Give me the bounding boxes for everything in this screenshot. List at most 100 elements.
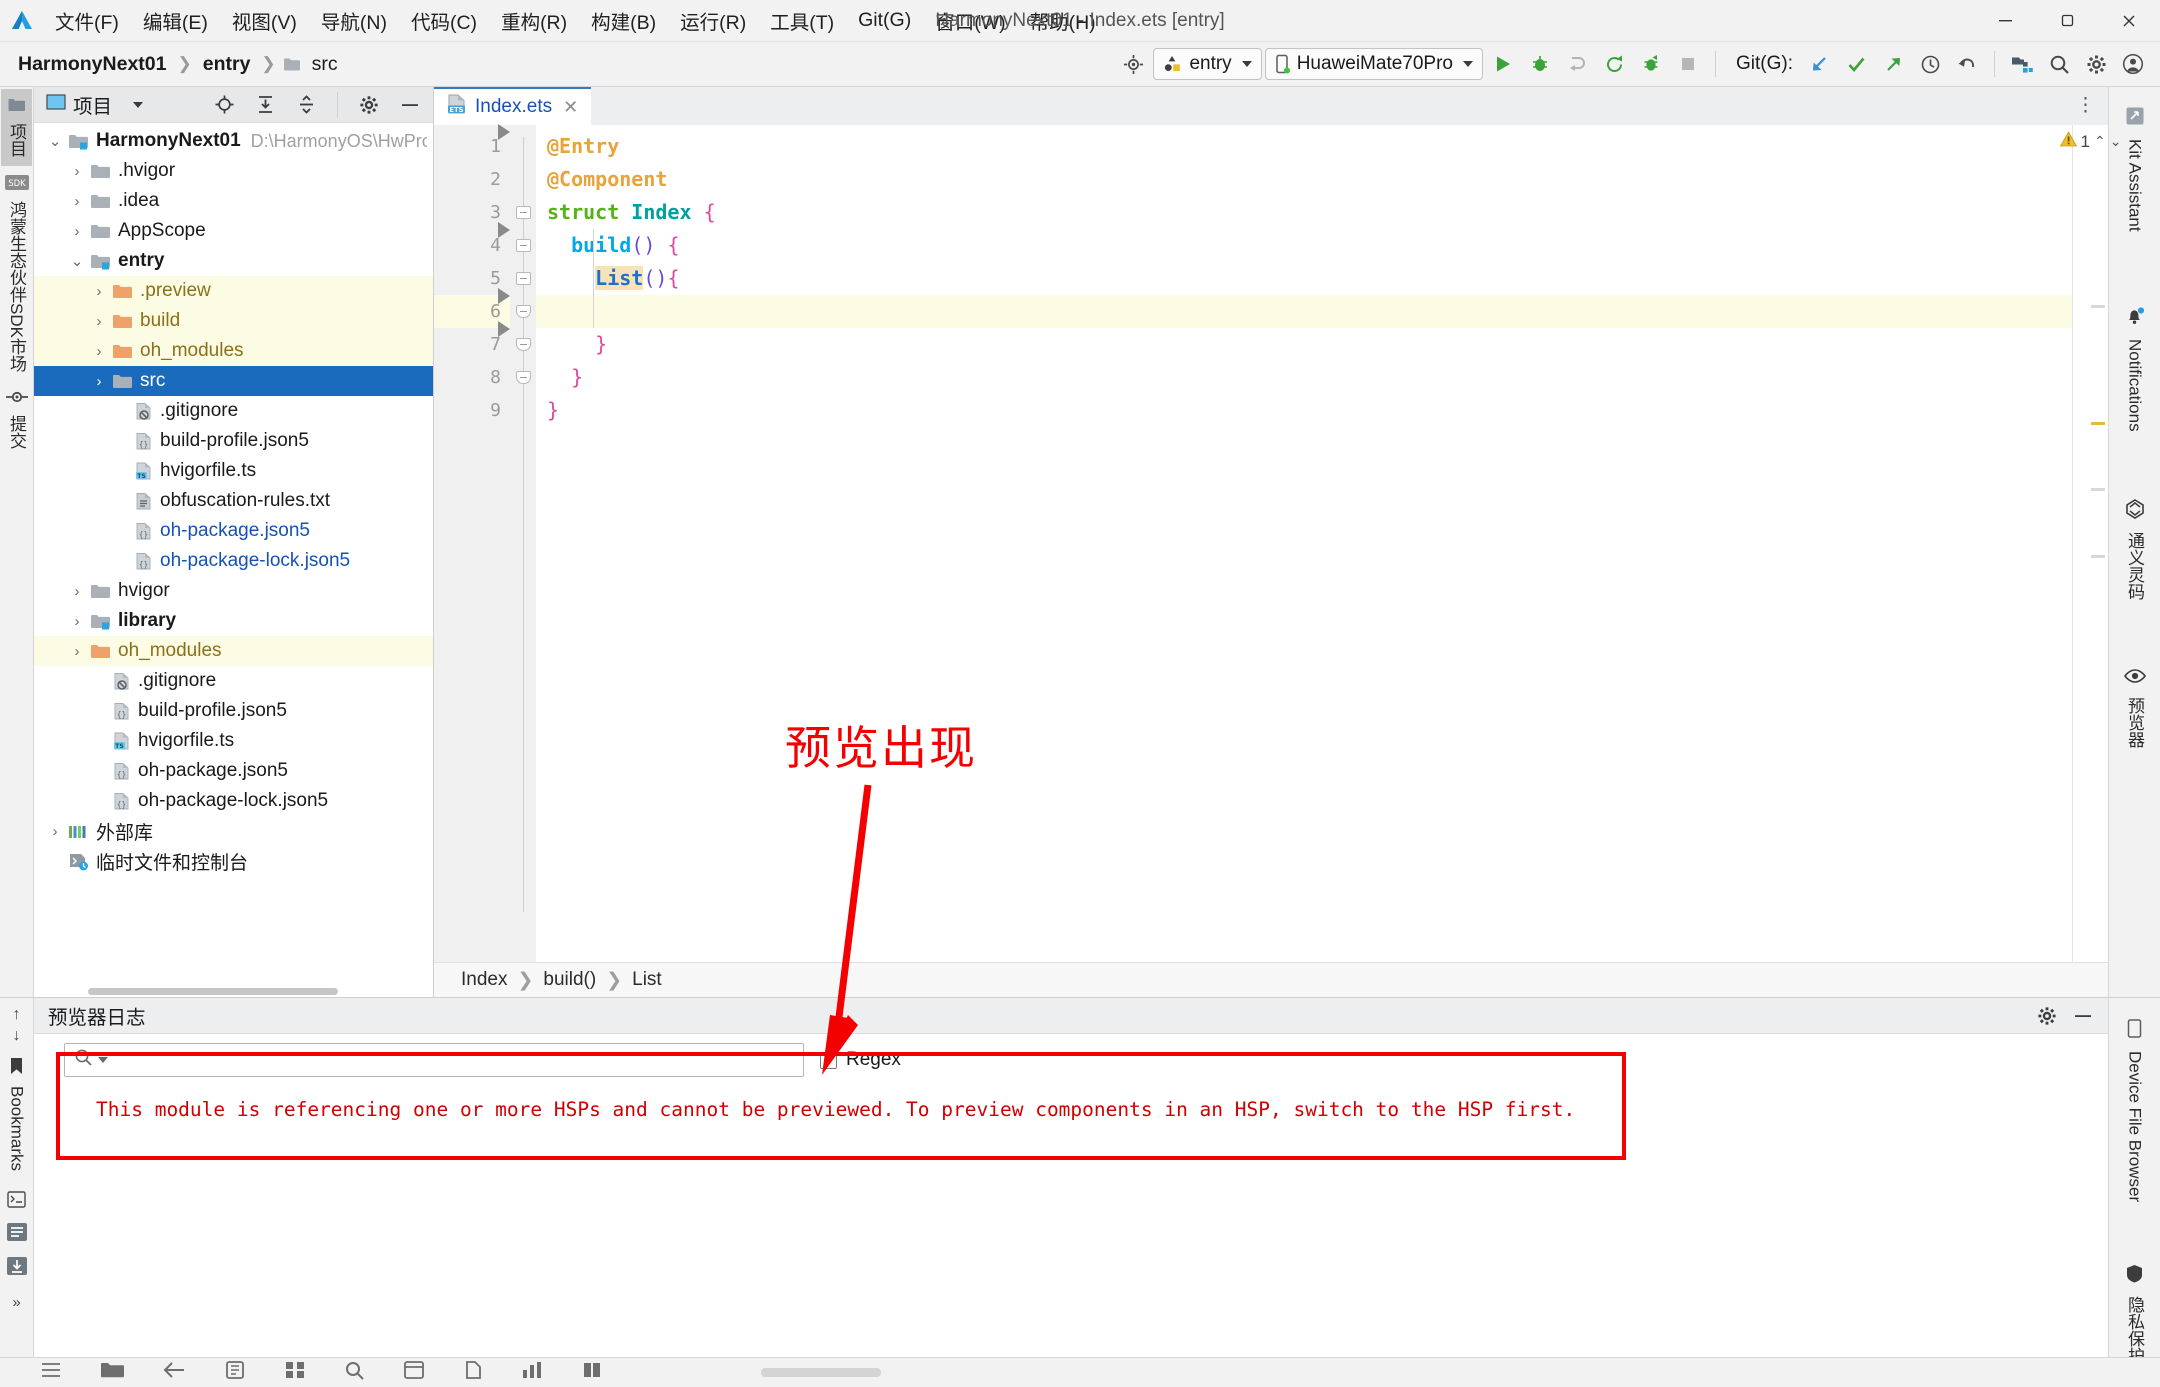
hide-panel-icon[interactable] xyxy=(393,89,427,121)
breadcrumb-project[interactable]: HarmonyNext01 xyxy=(14,51,170,78)
project-structure-icon[interactable] xyxy=(2005,48,2039,80)
prev-problem-icon[interactable]: ⌃ xyxy=(2094,133,2106,150)
gear-icon[interactable] xyxy=(2030,1000,2064,1032)
search-icon[interactable] xyxy=(2042,48,2076,80)
tree-item-library[interactable]: › library xyxy=(34,606,433,636)
tree-item-entry[interactable]: ⌄ entry xyxy=(34,246,433,276)
menu-tools[interactable]: 工具(T) xyxy=(759,2,845,39)
run-button[interactable] xyxy=(1486,48,1520,80)
tool-window-sdk-market[interactable]: SDK 鸿蒙生态伙伴SDK市场 xyxy=(1,166,32,381)
git-push-icon[interactable] xyxy=(1876,48,1910,80)
tree-item-build-profile-entry[interactable]: {} build-profile.json5 xyxy=(34,426,433,456)
attach-profiler-icon[interactable] xyxy=(1560,48,1594,80)
tool-window-kit-assistant[interactable]: Kit Assistant xyxy=(2120,95,2150,243)
gear-icon[interactable] xyxy=(2079,48,2113,80)
tree-item-src[interactable]: › src xyxy=(34,366,433,396)
marker-stripe-warning[interactable] xyxy=(2091,422,2105,425)
chevron-right-icon[interactable]: › xyxy=(68,223,86,240)
device-selector[interactable]: HuaweiMate70Pro xyxy=(1264,48,1483,80)
status-grid-icon[interactable] xyxy=(284,1360,306,1386)
code-editor[interactable]: 123456789 @Entry @Component struct Index… xyxy=(434,124,2121,962)
marker-stripe[interactable] xyxy=(2091,555,2105,558)
tree-item-hvigor-hidden[interactable]: › .hvigor xyxy=(34,156,433,186)
chevron-right-icon[interactable]: › xyxy=(90,343,108,360)
tree-item-oh-modules-entry[interactable]: › oh_modules xyxy=(34,336,433,366)
status-folder-icon[interactable] xyxy=(100,1361,124,1385)
close-icon[interactable]: ✕ xyxy=(561,97,580,118)
chevron-right-icon[interactable]: › xyxy=(46,823,64,840)
status-doc-icon[interactable] xyxy=(463,1360,483,1386)
arrow-down-icon[interactable]: ↓ xyxy=(13,1027,21,1045)
expand-all-icon[interactable] xyxy=(248,89,282,121)
chevron-right-icon[interactable]: › xyxy=(68,193,86,210)
status-search-icon[interactable] xyxy=(344,1360,365,1386)
git-commit-icon[interactable] xyxy=(1839,48,1873,80)
git-update-icon[interactable] xyxy=(1802,48,1836,80)
breadcrumb-build[interactable]: build() xyxy=(538,967,601,993)
marker-stripe[interactable] xyxy=(2091,305,2105,308)
status-build-icon[interactable] xyxy=(224,1360,246,1386)
chevron-down-icon[interactable]: ⌄ xyxy=(68,252,86,270)
menu-navigate[interactable]: 导航(N) xyxy=(310,2,398,39)
tree-item-obfuscation-rules[interactable]: obfuscation-rules.txt xyxy=(34,486,433,516)
target-locate-icon[interactable] xyxy=(1116,48,1150,80)
menu-help[interactable]: 帮助(H) xyxy=(1019,2,1107,39)
chevron-right-icon[interactable]: › xyxy=(90,313,108,330)
chevron-right-icon[interactable]: › xyxy=(68,643,86,660)
tree-item-harmonynext01[interactable]: ⌄ HarmonyNext01 D:\HarmonyOS\HwPro xyxy=(34,126,433,156)
inspection-summary[interactable]: 1 ⌃ ⌄ xyxy=(2059,131,2121,152)
tree-item-gitignore-root[interactable]: .gitignore xyxy=(34,666,433,696)
menu-file[interactable]: 文件(F) xyxy=(44,2,130,39)
tool-window-device-file-browser[interactable]: Device File Browser xyxy=(2120,1008,2150,1213)
hide-panel-icon[interactable] xyxy=(2066,1000,2100,1032)
project-file-tree[interactable]: ⌄ HarmonyNext01 D:\HarmonyOS\HwPro › .hvigor… xyxy=(34,123,433,986)
menu-view[interactable]: 视图(V) xyxy=(221,2,308,39)
collapse-all-icon[interactable] xyxy=(289,89,323,121)
status-book-icon[interactable] xyxy=(581,1360,603,1386)
editor-options-icon[interactable]: ⋮ xyxy=(2076,94,2096,117)
code-text-area[interactable]: @Entry @Component struct Index { build()… xyxy=(536,125,2072,962)
close-button[interactable] xyxy=(2098,0,2160,42)
tree-item-oh-package-root[interactable]: {} oh-package.json5 xyxy=(34,756,433,786)
undo-icon[interactable] xyxy=(1950,48,1984,80)
chevron-right-icon[interactable]: › xyxy=(68,613,86,630)
tool-window-project[interactable]: 项目 xyxy=(1,89,32,166)
tree-item-oh-modules-root[interactable]: › oh_modules xyxy=(34,636,433,666)
editor-tab-index-ets[interactable]: ETS Index.ets ✕ xyxy=(434,87,592,125)
breadcrumb-list[interactable]: List xyxy=(627,967,667,993)
download-icon[interactable] xyxy=(6,1256,28,1282)
menu-git[interactable]: Git(G) xyxy=(847,5,922,36)
structure-icon[interactable] xyxy=(6,1222,28,1248)
menu-build[interactable]: 构建(B) xyxy=(580,2,667,39)
project-panel-scrollbar[interactable] xyxy=(34,986,433,997)
chevron-right-icon[interactable]: › xyxy=(90,283,108,300)
rerun-debug-icon[interactable] xyxy=(1634,48,1668,80)
git-history-icon[interactable] xyxy=(1913,48,1947,80)
maximize-restore-button[interactable] xyxy=(2036,0,2098,42)
tree-item-hvigorfile-entry[interactable]: TS hvigorfile.ts xyxy=(34,456,433,486)
chevron-right-icon[interactable]: › xyxy=(68,163,86,180)
chevron-down-icon[interactable] xyxy=(133,101,144,108)
tree-item-gitignore-entry[interactable]: .gitignore xyxy=(34,396,433,426)
menu-window[interactable]: 窗口(W) xyxy=(924,2,1016,39)
marker-stripe[interactable] xyxy=(2091,488,2105,491)
tool-window-previewer[interactable]: 预览器 xyxy=(2117,657,2152,759)
rerun-icon[interactable] xyxy=(1597,48,1631,80)
tree-item-appscope[interactable]: › AppScope xyxy=(34,216,433,246)
chevron-down-icon[interactable]: ⌄ xyxy=(46,132,64,150)
breadcrumb-module[interactable]: entry xyxy=(199,51,255,78)
account-avatar-icon[interactable] xyxy=(2116,48,2150,80)
expand-stripe-icon[interactable]: » xyxy=(12,1294,20,1311)
tree-item-hvigorfile-root[interactable]: TS hvigorfile.ts xyxy=(34,726,433,756)
code-folding-gutter[interactable] xyxy=(498,124,536,962)
arrow-up-icon[interactable]: ↑ xyxy=(13,1006,21,1024)
chevron-right-icon[interactable]: › xyxy=(68,583,86,600)
status-menu-icon[interactable] xyxy=(40,1361,62,1385)
minimize-button[interactable] xyxy=(1974,0,2036,42)
terminal-icon[interactable] xyxy=(7,1191,26,1214)
status-chart-icon[interactable] xyxy=(521,1360,543,1386)
chevron-right-icon[interactable]: › xyxy=(90,373,108,390)
status-back-icon[interactable] xyxy=(162,1361,186,1385)
tree-item-scratches[interactable]: 临时文件和控制台 xyxy=(34,846,433,876)
tree-item-external-libraries[interactable]: › 外部库 xyxy=(34,816,433,846)
